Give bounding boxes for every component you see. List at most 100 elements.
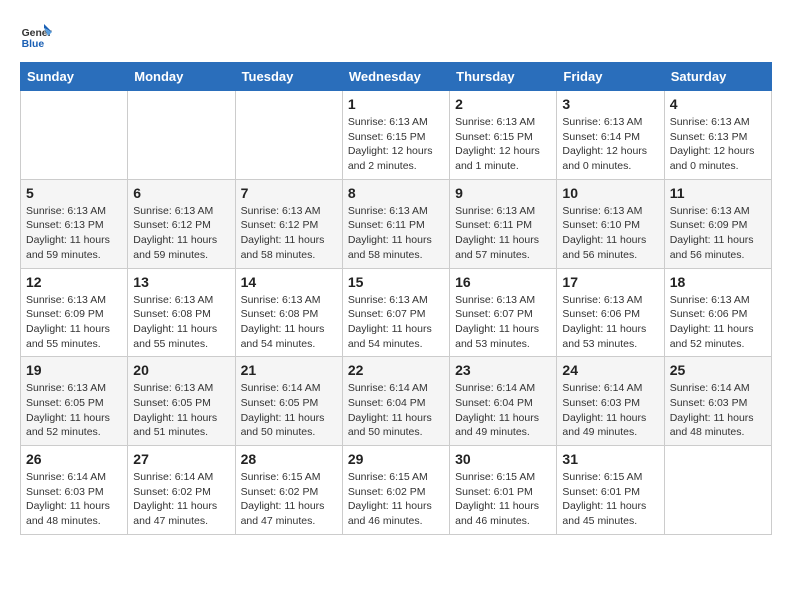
day-number: 23 <box>455 362 551 378</box>
day-cell: 21 Sunrise: 6:14 AMSunset: 6:05 PMDayligh… <box>235 357 342 446</box>
weekday-header-thursday: Thursday <box>450 63 557 91</box>
day-detail: Sunrise: 6:14 AMSunset: 6:03 PMDaylight:… <box>562 381 658 440</box>
day-cell: 16Sunrise: 6:13 AMSunset: 6:07 PMDayligh… <box>450 268 557 357</box>
day-detail: Sunrise: 6:13 AMSunset: 6:07 PMDaylight:… <box>348 293 444 352</box>
week-row-4: 19 Sunrise: 6:13 AMSunset: 6:05 PMDayligh… <box>21 357 772 446</box>
day-detail: Sunrise: 6:14 AMSunset: 6:03 PMDaylight:… <box>26 470 122 529</box>
day-number: 11 <box>670 185 766 201</box>
day-detail: Sunrise: 6:13 AMSunset: 6:15 PMDaylight:… <box>348 115 444 174</box>
day-number: 6 <box>133 185 229 201</box>
day-cell: 8 Sunrise: 6:13 AMSunset: 6:11 PMDaylight… <box>342 179 449 268</box>
day-cell <box>21 91 128 180</box>
day-number: 29 <box>348 451 444 467</box>
logo-icon: General Blue <box>20 20 52 52</box>
calendar-table: SundayMondayTuesdayWednesdayThursdayFrid… <box>20 62 772 535</box>
day-cell: 19 Sunrise: 6:13 AMSunset: 6:05 PMDayligh… <box>21 357 128 446</box>
weekday-header-saturday: Saturday <box>664 63 771 91</box>
day-cell <box>128 91 235 180</box>
day-detail: Sunrise: 6:13 AMSunset: 6:11 PMDaylight:… <box>348 204 444 263</box>
day-detail: Sunrise: 6:15 AMSunset: 6:02 PMDaylight:… <box>348 470 444 529</box>
day-number: 4 <box>670 96 766 112</box>
day-cell: 27 Sunrise: 6:14 AMSunset: 6:02 PMDayligh… <box>128 446 235 535</box>
weekday-header-monday: Monday <box>128 63 235 91</box>
day-cell <box>235 91 342 180</box>
day-detail: Sunrise: 6:13 AMSunset: 6:05 PMDaylight:… <box>26 381 122 440</box>
day-number: 21 <box>241 362 337 378</box>
day-detail: Sunrise: 6:15 AMSunset: 6:01 PMDaylight:… <box>455 470 551 529</box>
day-cell: 18 Sunrise: 6:13 AMSunset: 6:06 PMDayligh… <box>664 268 771 357</box>
day-cell: 9 Sunrise: 6:13 AMSunset: 6:11 PMDaylight… <box>450 179 557 268</box>
day-cell: 29 Sunrise: 6:15 AMSunset: 6:02 PMDayligh… <box>342 446 449 535</box>
week-row-3: 12Sunrise: 6:13 AMSunset: 6:09 PMDayligh… <box>21 268 772 357</box>
day-number: 15 <box>348 274 444 290</box>
day-cell: 23 Sunrise: 6:14 AMSunset: 6:04 PMDayligh… <box>450 357 557 446</box>
day-detail: Sunrise: 6:13 AMSunset: 6:13 PMDaylight:… <box>26 204 122 263</box>
weekday-header-friday: Friday <box>557 63 664 91</box>
day-number: 27 <box>133 451 229 467</box>
day-number: 28 <box>241 451 337 467</box>
day-number: 25 <box>670 362 766 378</box>
day-cell: 2 Sunrise: 6:13 AMSunset: 6:15 PMDaylight… <box>450 91 557 180</box>
day-detail: Sunrise: 6:13 AMSunset: 6:08 PMDaylight:… <box>241 293 337 352</box>
day-detail: Sunrise: 6:13 AMSunset: 6:14 PMDaylight:… <box>562 115 658 174</box>
day-cell: 26 Sunrise: 6:14 AMSunset: 6:03 PMDayligh… <box>21 446 128 535</box>
day-detail: Sunrise: 6:13 AMSunset: 6:09 PMDaylight:… <box>26 293 122 352</box>
day-cell: 3Sunrise: 6:13 AMSunset: 6:14 PMDaylight… <box>557 91 664 180</box>
week-row-2: 5 Sunrise: 6:13 AMSunset: 6:13 PMDaylight… <box>21 179 772 268</box>
day-number: 10 <box>562 185 658 201</box>
day-detail: Sunrise: 6:13 AMSunset: 6:13 PMDaylight:… <box>670 115 766 174</box>
day-detail: Sunrise: 6:14 AMSunset: 6:04 PMDaylight:… <box>348 381 444 440</box>
day-detail: Sunrise: 6:13 AMSunset: 6:15 PMDaylight:… <box>455 115 551 174</box>
day-cell <box>664 446 771 535</box>
day-cell: 15 Sunrise: 6:13 AMSunset: 6:07 PMDayligh… <box>342 268 449 357</box>
day-cell: 4 Sunrise: 6:13 AMSunset: 6:13 PMDaylight… <box>664 91 771 180</box>
day-number: 7 <box>241 185 337 201</box>
day-cell: 11Sunrise: 6:13 AMSunset: 6:09 PMDayligh… <box>664 179 771 268</box>
day-detail: Sunrise: 6:13 AMSunset: 6:06 PMDaylight:… <box>562 293 658 352</box>
day-cell: 10Sunrise: 6:13 AMSunset: 6:10 PMDayligh… <box>557 179 664 268</box>
day-detail: Sunrise: 6:13 AMSunset: 6:06 PMDaylight:… <box>670 293 766 352</box>
day-cell: 6 Sunrise: 6:13 AMSunset: 6:12 PMDaylight… <box>128 179 235 268</box>
day-number: 8 <box>348 185 444 201</box>
day-detail: Sunrise: 6:14 AMSunset: 6:02 PMDaylight:… <box>133 470 229 529</box>
day-number: 26 <box>26 451 122 467</box>
weekday-header-row: SundayMondayTuesdayWednesdayThursdayFrid… <box>21 63 772 91</box>
logo: General Blue <box>20 20 52 52</box>
weekday-header-wednesday: Wednesday <box>342 63 449 91</box>
day-cell: 24 Sunrise: 6:14 AMSunset: 6:03 PMDayligh… <box>557 357 664 446</box>
day-number: 5 <box>26 185 122 201</box>
day-number: 22 <box>348 362 444 378</box>
day-cell: 13Sunrise: 6:13 AMSunset: 6:08 PMDayligh… <box>128 268 235 357</box>
day-detail: Sunrise: 6:14 AMSunset: 6:04 PMDaylight:… <box>455 381 551 440</box>
day-cell: 31Sunrise: 6:15 AMSunset: 6:01 PMDayligh… <box>557 446 664 535</box>
day-detail: Sunrise: 6:13 AMSunset: 6:11 PMDaylight:… <box>455 204 551 263</box>
day-number: 17 <box>562 274 658 290</box>
day-number: 18 <box>670 274 766 290</box>
day-cell: 28 Sunrise: 6:15 AMSunset: 6:02 PMDayligh… <box>235 446 342 535</box>
day-cell: 17 Sunrise: 6:13 AMSunset: 6:06 PMDayligh… <box>557 268 664 357</box>
day-number: 16 <box>455 274 551 290</box>
day-cell: 1 Sunrise: 6:13 AMSunset: 6:15 PMDaylight… <box>342 91 449 180</box>
day-number: 2 <box>455 96 551 112</box>
day-number: 19 <box>26 362 122 378</box>
day-detail: Sunrise: 6:13 AMSunset: 6:12 PMDaylight:… <box>133 204 229 263</box>
day-cell: 5 Sunrise: 6:13 AMSunset: 6:13 PMDaylight… <box>21 179 128 268</box>
day-number: 24 <box>562 362 658 378</box>
svg-text:Blue: Blue <box>22 39 45 50</box>
day-number: 31 <box>562 451 658 467</box>
week-row-5: 26 Sunrise: 6:14 AMSunset: 6:03 PMDayligh… <box>21 446 772 535</box>
day-number: 30 <box>455 451 551 467</box>
day-number: 9 <box>455 185 551 201</box>
day-detail: Sunrise: 6:15 AMSunset: 6:02 PMDaylight:… <box>241 470 337 529</box>
weekday-header-tuesday: Tuesday <box>235 63 342 91</box>
day-detail: Sunrise: 6:13 AMSunset: 6:12 PMDaylight:… <box>241 204 337 263</box>
day-cell: 20Sunrise: 6:13 AMSunset: 6:05 PMDayligh… <box>128 357 235 446</box>
day-cell: 22 Sunrise: 6:14 AMSunset: 6:04 PMDayligh… <box>342 357 449 446</box>
day-cell: 12Sunrise: 6:13 AMSunset: 6:09 PMDayligh… <box>21 268 128 357</box>
day-number: 1 <box>348 96 444 112</box>
day-number: 20 <box>133 362 229 378</box>
day-detail: Sunrise: 6:14 AMSunset: 6:05 PMDaylight:… <box>241 381 337 440</box>
day-cell: 14Sunrise: 6:13 AMSunset: 6:08 PMDayligh… <box>235 268 342 357</box>
day-detail: Sunrise: 6:14 AMSunset: 6:03 PMDaylight:… <box>670 381 766 440</box>
day-detail: Sunrise: 6:13 AMSunset: 6:08 PMDaylight:… <box>133 293 229 352</box>
